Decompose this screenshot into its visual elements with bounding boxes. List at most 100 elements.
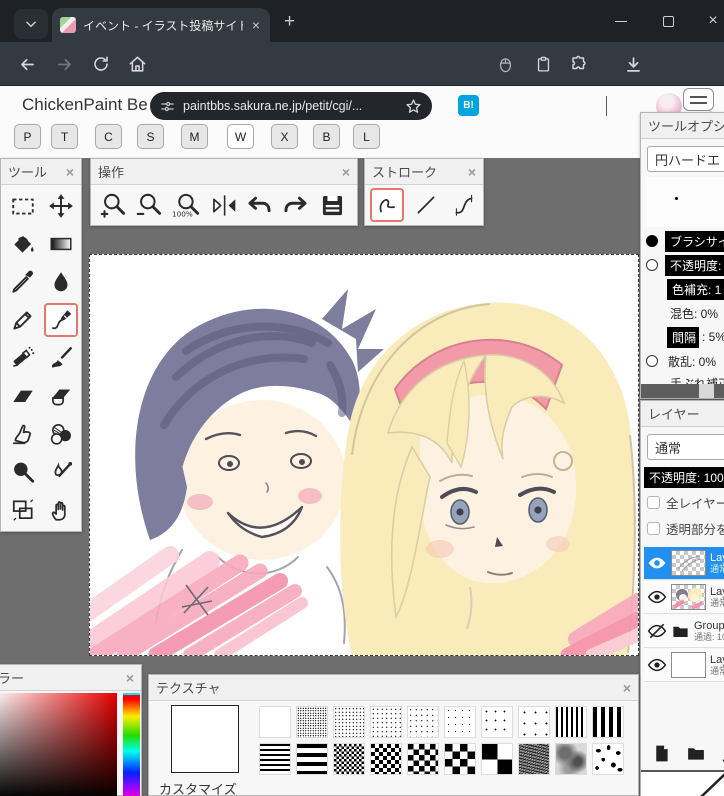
forward-button[interactable] [51,51,77,77]
layer-opacity-slider[interactable]: 不透明度: 100 [644,467,724,488]
tool-soft-eraser[interactable] [44,379,78,413]
texture-swatch-dots-4[interactable] [444,706,476,738]
texture-swatch-dots-6[interactable] [518,706,550,738]
stroke-bezier[interactable] [447,188,481,222]
tool-move[interactable] [44,189,78,223]
window-close-button[interactable]: × [700,12,724,30]
layer-row-art[interactable]: Lay通常 [644,581,724,614]
zoom-out-button[interactable] [133,189,165,221]
opacity-slider[interactable]: 不透明度: [641,255,724,275]
redo-button[interactable] [279,189,311,221]
tool-fill[interactable] [6,227,40,261]
resize-grip-area[interactable] [641,772,724,796]
hatena-extension-badge[interactable]: B! [458,95,479,116]
bookmark-star-icon[interactable] [405,98,422,115]
tool-dodge[interactable] [6,455,40,489]
shortcut-key-b[interactable]: B [313,124,340,149]
shortcut-key-s[interactable]: S [137,124,164,149]
texture-swatch-dither[interactable] [296,706,328,738]
layer-row-top[interactable]: Lay通常 [644,547,724,580]
shortcut-key-p[interactable]: P [14,124,41,149]
scrollbar-thumb[interactable] [699,384,714,398]
mouse-extension-button[interactable] [492,51,518,77]
texture-swatch-checker-small[interactable] [333,743,365,775]
tool-burn[interactable] [44,455,78,489]
tool-transform[interactable] [6,493,40,527]
brush-size-slider[interactable]: ブラシサイ [641,231,724,251]
eye-visible-icon[interactable] [647,587,667,607]
texture-swatch-checker-medium[interactable] [370,743,402,775]
scatter-slider[interactable]: 散乱: 0% [641,351,724,371]
layer-row-group[interactable]: Group通過: 10 [644,615,724,648]
operation-panel-close-icon[interactable]: × [342,165,350,179]
drawing-canvas[interactable] [89,254,639,656]
back-button[interactable] [14,51,40,77]
saturation-value-picker[interactable] [0,693,117,796]
clipboard-extension-button[interactable] [530,51,556,77]
texture-swatch-dots-3[interactable] [407,706,439,738]
home-button[interactable] [124,51,150,77]
new-tab-button[interactable]: + [284,12,295,31]
texture-swatch-checker-large[interactable] [407,743,439,775]
checkbox-icon[interactable] [647,496,660,509]
window-maximize-button[interactable] [655,12,681,30]
tab-search-chevron-button[interactable] [14,9,48,39]
url-bar[interactable]: paintbbs.sakura.ne.jp/petit/cgi/... [150,92,432,120]
tool-smudge[interactable] [6,417,40,451]
zoom-in-button[interactable] [97,189,129,221]
tool-brush[interactable] [44,341,78,375]
stroke-line[interactable] [409,188,443,222]
tab-close-icon[interactable]: × [250,17,262,33]
texture-swatch-diagonal-squares[interactable] [481,743,513,775]
tool-rect-select[interactable] [6,189,40,223]
texture-swatch-dots-5[interactable] [481,706,513,738]
add-layer-icon[interactable] [651,743,672,764]
brush-type-dropdown[interactable]: 円ハードエ [647,146,724,172]
tool-gradient[interactable] [44,227,78,261]
scatter-bullet-icon[interactable] [646,355,658,367]
blend-mode-dropdown[interactable]: 通常 [647,434,724,460]
tool-panel-close-icon[interactable]: × [66,165,74,179]
zoom-100-button[interactable]: 100% [169,189,203,221]
texture-swatch-hlines-thick[interactable] [296,743,328,775]
undo-button[interactable] [243,189,275,221]
texture-customize-button[interactable]: カスタマイズ [159,779,237,796]
eye-visible-icon[interactable] [647,553,667,573]
texture-swatch-dots-2[interactable] [370,706,402,738]
sample-all-layers-checkbox[interactable]: 全レイヤー [641,493,724,512]
extensions-button[interactable] [566,51,592,77]
texture-swatch-clouds[interactable] [555,743,587,775]
brush-size-bullet-icon[interactable] [646,235,658,247]
bleed-slider[interactable]: 混色: 0% [641,303,724,323]
shortcut-key-t[interactable]: T [51,124,78,149]
opacity-bullet-icon[interactable] [646,259,658,271]
tool-hand[interactable] [44,493,78,527]
texture-swatch-spots[interactable] [592,743,624,775]
tool-pen[interactable] [44,303,78,337]
window-minimize-button[interactable] [608,12,634,30]
eye-visible-icon[interactable] [647,655,667,675]
reload-button[interactable] [88,51,114,77]
shortcut-key-l[interactable]: L [353,124,380,149]
shortcut-key-w[interactable]: W [227,124,254,149]
lock-alpha-checkbox[interactable]: 透明部分を [641,519,724,538]
texture-panel-close-icon[interactable]: × [623,681,631,695]
tool-eyedropper[interactable] [6,265,40,299]
add-folder-icon[interactable] [685,743,707,764]
tool-blender[interactable] [44,417,78,451]
downloads-button[interactable] [620,51,646,77]
texture-swatch-hlines-thin[interactable] [259,743,291,775]
color-panel-close-icon[interactable]: × [126,671,134,685]
texture-swatch-dots-1[interactable] [333,706,365,738]
texture-swatch-vlines-thick[interactable] [592,706,624,738]
tool-water[interactable] [44,265,78,299]
menu-toggle-button[interactable] [683,88,714,111]
url-text[interactable]: paintbbs.sakura.ne.jp/petit/cgi/... [183,99,397,113]
site-info-icon[interactable] [160,99,175,114]
browser-tab[interactable]: イベント - イラスト投稿サイト Petit N × [52,8,270,42]
tool-eraser[interactable] [6,379,40,413]
shortcut-key-m[interactable]: M [181,124,208,149]
tool-airbrush[interactable] [6,341,40,375]
texture-swatch-checker-xlarge[interactable] [444,743,476,775]
texture-swatch-none[interactable] [259,706,291,738]
